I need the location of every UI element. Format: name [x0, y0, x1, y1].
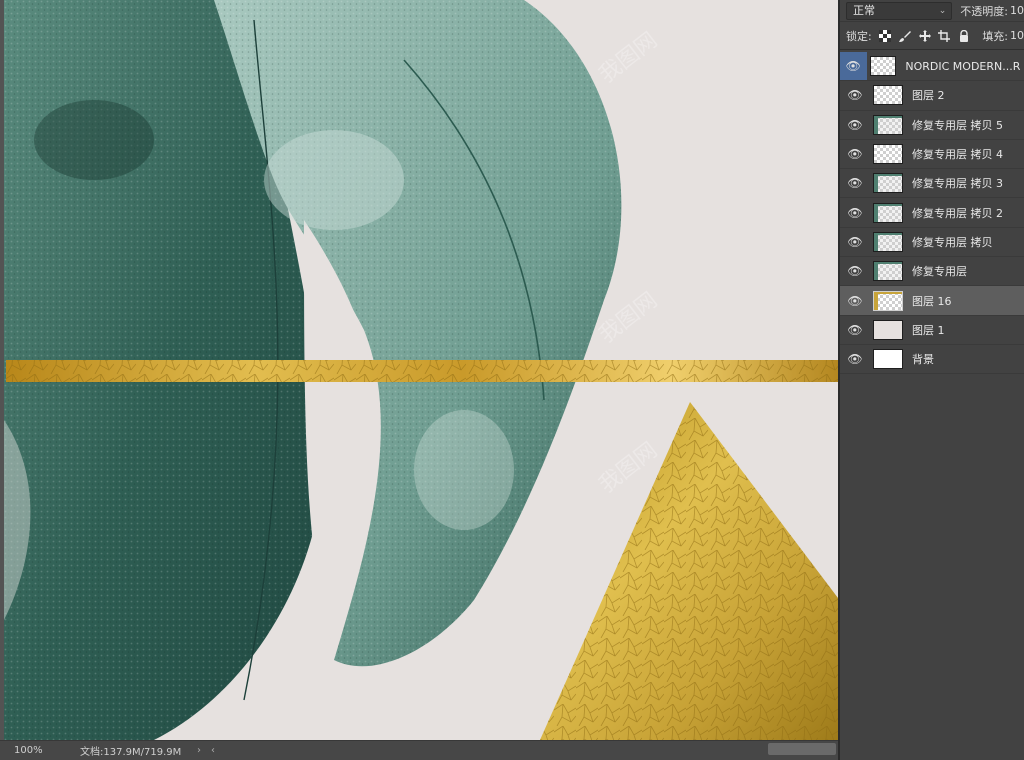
layer-thumbnail [873, 349, 903, 370]
layer-name: 修复专用层 拷贝 2 [912, 206, 1003, 220]
layer-thumbnail [873, 144, 903, 165]
layer-name: 修复专用层 拷贝 3 [912, 177, 1003, 191]
opacity-field[interactable]: 10 [1010, 4, 1024, 17]
layer-row[interactable]: 👁 图层 2 [840, 81, 1024, 111]
opacity-label: 不透明度: [960, 4, 1008, 18]
layer-name: 背景 [912, 353, 934, 367]
layer-thumbnail [873, 114, 903, 135]
layer-row[interactable]: 👁 背景 [840, 345, 1024, 375]
zoom-level[interactable]: 100% [0, 745, 62, 756]
artwork [4, 0, 838, 740]
layer-name: 修复专用层 拷贝 5 [912, 118, 1003, 132]
layer-thumbnail [873, 202, 903, 223]
layer-row[interactable]: 👁 修复专用层 拷贝 4 [840, 140, 1024, 170]
fill-label: 填充: [982, 29, 1009, 43]
fill-field[interactable]: 10 [1010, 29, 1024, 42]
status-next-arrow-icon[interactable]: › [192, 745, 206, 756]
eye-icon[interactable]: 👁 [840, 52, 867, 81]
layer-thumbnail [873, 290, 903, 311]
status-bar: 100% 文档:137.9M/719.9M › ‹ [0, 740, 838, 760]
padlock-icon[interactable] [957, 28, 972, 44]
layer-thumbnail [873, 231, 903, 252]
artboard-lock-icon[interactable] [937, 28, 952, 44]
eye-icon[interactable]: 👁 [840, 257, 870, 285]
eye-icon[interactable]: 👁 [840, 169, 870, 197]
blend-mode-select[interactable]: 正常 ⌄ [846, 1, 953, 20]
eye-icon[interactable]: 👁 [840, 316, 870, 344]
layers-panel: 正常 ⌄ 不透明度: 10 锁定: 填充: 10 👁 NORDIC MODERN… [838, 0, 1024, 760]
layer-name: 修复专用层 拷贝 [912, 235, 993, 249]
blend-mode-value: 正常 [853, 3, 875, 17]
lock-label: 锁定: [846, 29, 872, 43]
layer-row[interactable]: 👁 修复专用层 拷贝 3 [840, 169, 1024, 199]
layer-name: 图层 16 [912, 294, 952, 308]
eye-icon[interactable]: 👁 [840, 228, 870, 256]
layer-row-selected[interactable]: 👁 图层 16 [840, 286, 1024, 316]
blend-row: 正常 ⌄ 不透明度: 10 [840, 0, 1024, 22]
layer-row[interactable]: 👁 图层 1 [840, 316, 1024, 345]
photoshop-window: 我图网 我图网 我图网 100% 文档:137.9M/719.9M › ‹ 正常… [0, 0, 1024, 760]
brush-lock-icon[interactable] [897, 28, 912, 44]
layer-thumbnail [873, 173, 903, 194]
eye-icon[interactable]: 👁 [840, 81, 870, 109]
checkerboard-lock-icon[interactable] [878, 28, 893, 44]
layer-name: NORDIC MODERN...R DE [905, 59, 1024, 73]
document-canvas[interactable]: 我图网 我图网 我图网 [4, 0, 838, 740]
document-size-info[interactable]: 文档:137.9M/719.9M [62, 743, 192, 758]
layer-row[interactable]: 👁 修复专用层 拷贝 5 [840, 111, 1024, 140]
eye-icon[interactable]: 👁 [840, 111, 870, 139]
eye-icon[interactable]: 👁 [840, 286, 870, 314]
scroll-left-arrow-icon[interactable]: ‹ [206, 745, 220, 756]
eye-icon[interactable]: 👁 [840, 345, 870, 373]
lock-row: 锁定: 填充: 10 [840, 22, 1024, 50]
layer-thumbnail [869, 56, 897, 77]
layer-name: 修复专用层 [912, 265, 967, 279]
layer-thumbnail [873, 319, 903, 340]
layer-row[interactable]: 👁 修复专用层 拷贝 2 [840, 198, 1024, 228]
eye-icon[interactable]: 👁 [840, 198, 870, 226]
layer-name: 图层 1 [912, 323, 945, 337]
layer-name: 修复专用层 拷贝 4 [912, 148, 1003, 162]
eye-icon[interactable]: 👁 [840, 140, 870, 168]
layer-thumbnail [873, 261, 903, 282]
layers-list: 👁 NORDIC MODERN...R DE 👁 图层 2 👁 修复专用层 拷贝… [840, 52, 1024, 375]
layer-name: 图层 2 [912, 89, 945, 103]
horizontal-scrollbar[interactable] [768, 743, 836, 755]
canvas-area[interactable]: 我图网 我图网 我图网 [0, 0, 838, 740]
layer-thumbnail [873, 85, 903, 106]
move-lock-icon[interactable] [917, 28, 932, 44]
layer-row[interactable]: 👁 NORDIC MODERN...R DE [840, 52, 1024, 82]
layer-row[interactable]: 👁 修复专用层 [840, 257, 1024, 287]
chevron-down-icon: ⌄ [938, 5, 947, 16]
layer-row[interactable]: 👁 修复专用层 拷贝 [840, 228, 1024, 258]
